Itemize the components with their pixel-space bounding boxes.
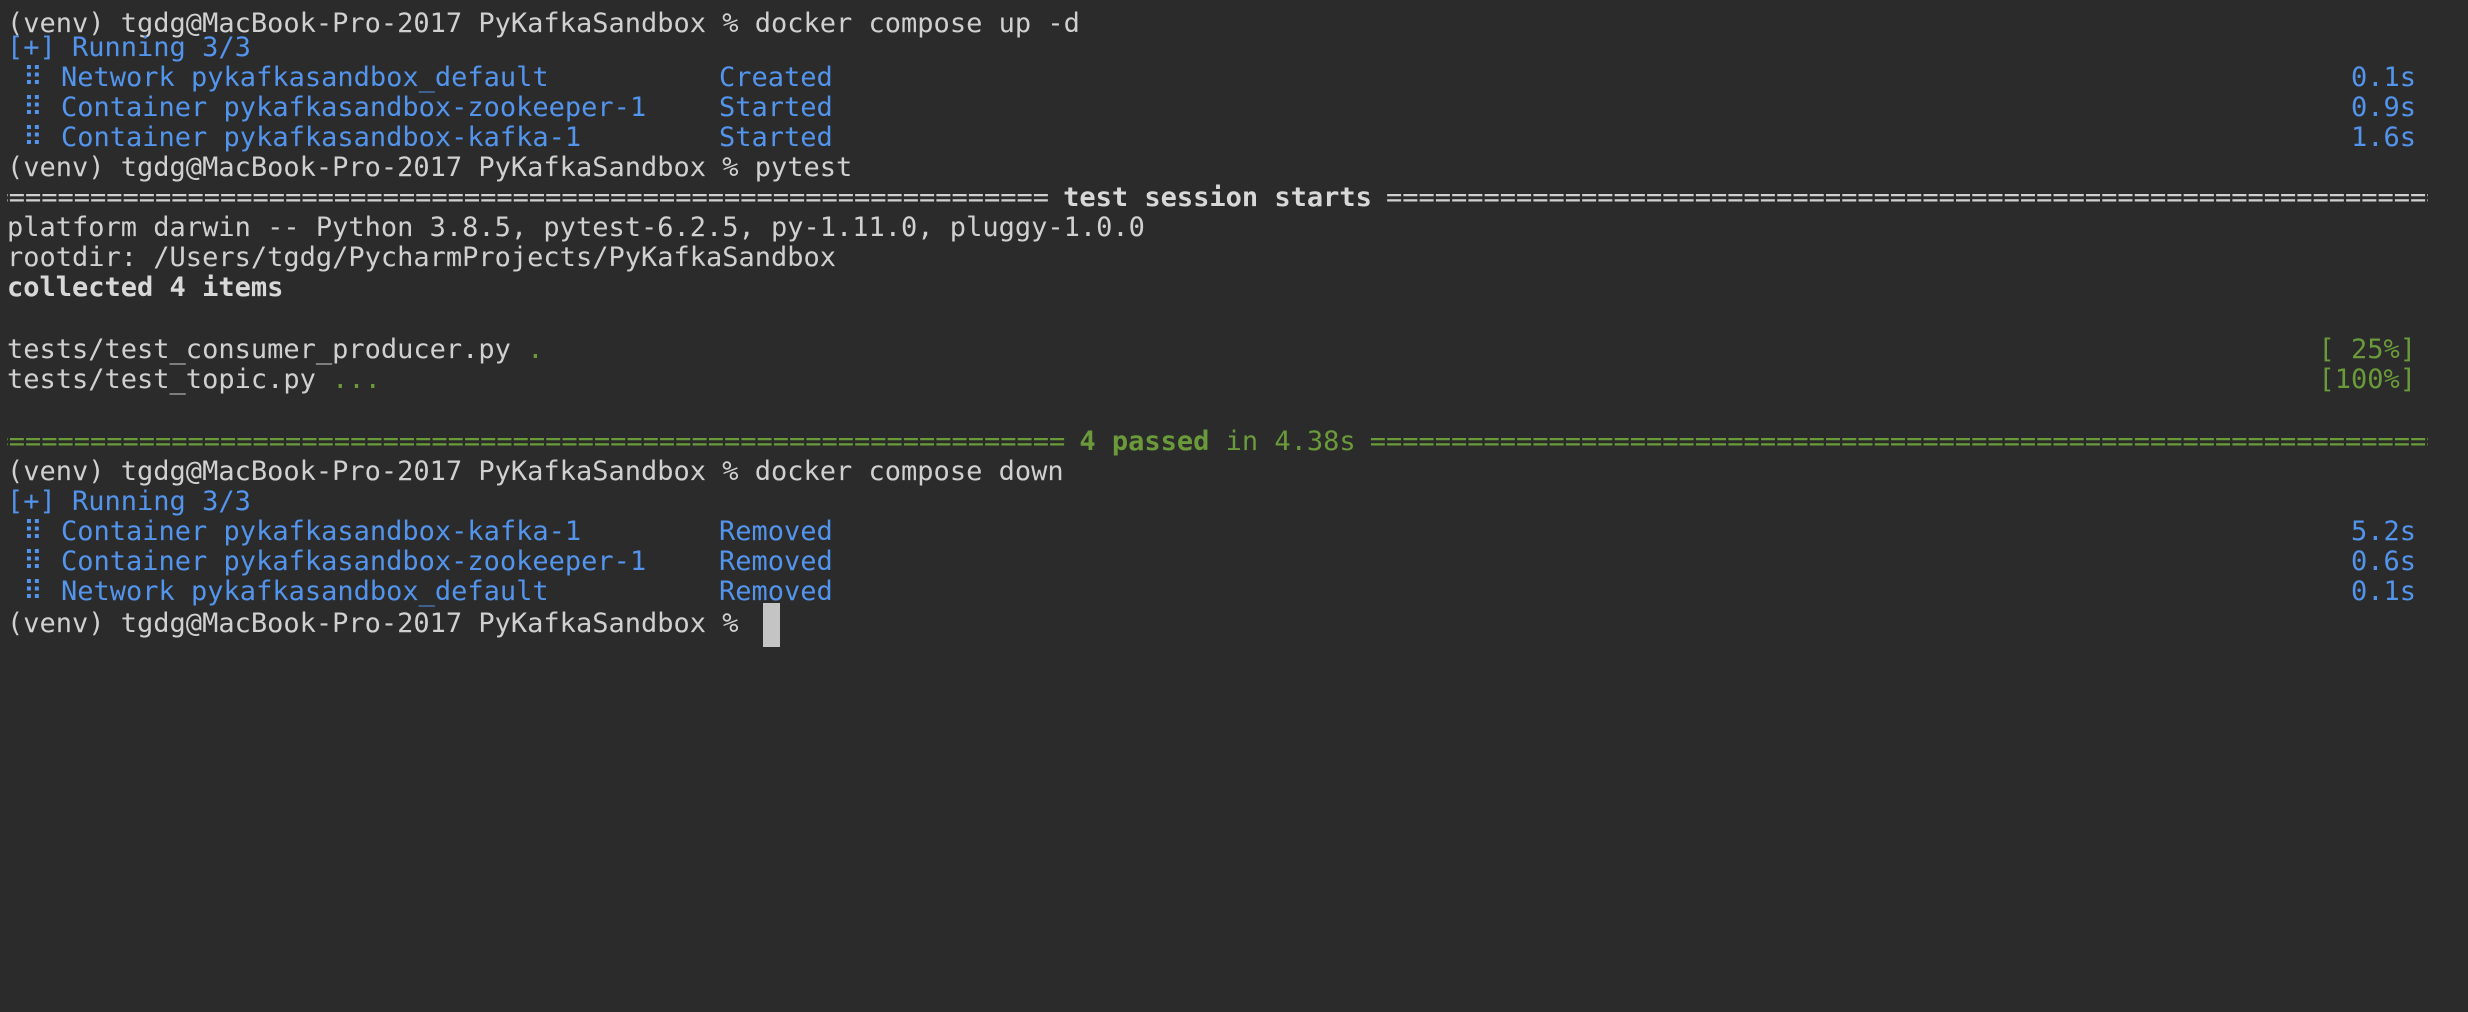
- test-result-dots: ...: [332, 364, 381, 395]
- test-progress-percent: [100%]: [2318, 364, 2416, 395]
- collected-count: collected 4 items: [7, 272, 284, 303]
- test-file-path: tests/test_topic.py: [7, 364, 316, 395]
- terminal-window[interactable]: (venv) tgdg@MacBook-Pro-2017 PyKafkaSand…: [0, 0, 2468, 1012]
- test-file-row: tests/test_topic.py ... [100%]: [7, 356, 2468, 404]
- block-cursor[interactable]: [762, 602, 780, 647]
- shell-prompt: (venv) tgdg@MacBook-Pro-2017 PyKafkaSand…: [7, 608, 755, 639]
- command-line-current[interactable]: (venv) tgdg@MacBook-Pro-2017 PyKafkaSand…: [7, 600, 2468, 648]
